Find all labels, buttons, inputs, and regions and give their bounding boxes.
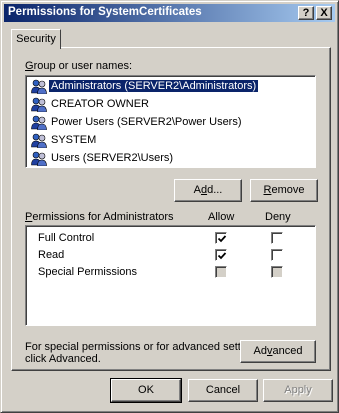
help-button[interactable]: ? [298,6,314,20]
advanced-note-line1: For special permissions or for advanced … [25,341,265,353]
deny-header: Deny [265,211,291,223]
permissions-for-label: Permissions for Administrators [25,211,174,223]
allow-checkbox[interactable] [215,266,227,278]
remove-button[interactable]: Remove [250,179,318,202]
user-name: SYSTEM [51,134,97,146]
allow-header: Allow [208,211,235,223]
user-group-icon [31,151,47,166]
title-bar[interactable]: Permissions for SystemCertificates ? X [4,4,335,22]
ok-button[interactable]: OK [110,378,182,403]
apply-button[interactable]: Apply [263,379,333,402]
security-panel: Group or user names: Administrators (SER… [11,47,331,371]
permission-name: Read [38,249,65,261]
advanced-note-line2: click Advanced. [25,353,101,365]
cancel-button[interactable]: Cancel [188,379,258,402]
user-list-item[interactable]: CREATOR OWNER [29,96,151,113]
close-button[interactable]: X [316,6,332,20]
deny-checkbox[interactable] [271,266,283,278]
user-group-icon [31,115,47,130]
user-name: Users (SERVER2\Users) [51,152,174,164]
user-list-item[interactable]: Administrators (SERVER2\Administrators) [29,78,260,95]
user-name: Power Users (SERVER2\Power Users) [51,116,242,128]
allow-checkbox[interactable] [215,249,227,261]
user-list-item[interactable]: Power Users (SERVER2\Power Users) [29,114,244,131]
permissions-dialog: Permissions for SystemCertificates ? X S… [0,0,339,413]
user-group-icon [31,133,47,148]
allow-checkbox[interactable] [215,232,227,244]
user-name: Administrators (SERVER2\Administrators) [47,79,260,93]
user-group-icon [31,97,47,112]
deny-checkbox[interactable] [271,249,283,261]
permission-name: Full Control [38,232,95,244]
tab-security[interactable]: Security [11,29,61,49]
user-list-item[interactable]: Users (SERVER2\Users) [29,150,175,167]
user-list-item[interactable]: SYSTEM [29,132,98,149]
user-name: CREATOR OWNER [51,98,149,110]
advanced-button[interactable]: Advanced [240,340,316,363]
permission-name: Special Permissions [38,266,138,278]
user-group-icon [31,79,47,94]
group-or-user-names-label: Group or user names: [25,60,132,72]
add-button[interactable]: Add... [174,179,242,202]
window-title: Permissions for SystemCertificates [8,6,202,18]
user-list[interactable]: Administrators (SERVER2\Administrators) C… [25,75,316,168]
permissions-list: Full Control Read Special Permissions [25,225,316,326]
deny-checkbox[interactable] [271,232,283,244]
